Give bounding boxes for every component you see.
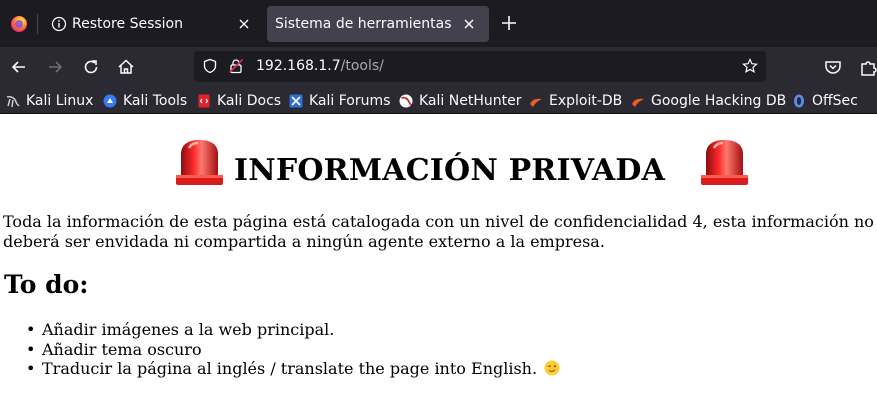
home-icon[interactable] (115, 56, 137, 78)
tab-divider (37, 14, 38, 34)
bookmark-label: Kali Linux (26, 93, 94, 109)
todo-heading: To do: (4, 270, 89, 299)
page-title: INFORMACIÓN PRIVADA (234, 153, 666, 188)
address-bar[interactable]: 192.168.1.7/tools/ (194, 51, 766, 82)
todo-item-text: Añadir imágenes a la web principal. (42, 320, 335, 339)
offsec-icon (794, 94, 804, 108)
tab-label: Restore Session (72, 16, 183, 32)
police-siren-icon (176, 140, 223, 185)
bookmarks-toolbar: Kali Linux Kali Tools Kali Docs Kali For… (0, 87, 877, 114)
back-arrow-icon[interactable] (8, 56, 30, 78)
pocket-icon[interactable] (822, 56, 844, 78)
bookmark-offsec[interactable]: OffSec (792, 92, 858, 110)
bookmark-label: OffSec (812, 93, 858, 109)
new-tab-plus-icon[interactable] (500, 14, 518, 32)
bookmark-label: Kali Docs (217, 93, 282, 109)
todo-item-text: Traducir la página al inglés / translate… (42, 359, 538, 378)
bookmark-label: Kali Forums (309, 93, 391, 109)
bookmark-kali-docs[interactable]: Kali Docs (197, 92, 281, 110)
bookmark-kali-forums[interactable]: Kali Forums (289, 92, 390, 110)
tab-strip: Restore Session Sistema de herramientas (0, 0, 877, 47)
kali-docs-icon (198, 94, 210, 108)
list-item: Traducir la página al inglés / translate… (26, 359, 560, 379)
bookmark-label: Google Hacking DB (651, 93, 787, 109)
bookmark-star-icon[interactable] (742, 58, 758, 74)
kali-dragon-icon (6, 96, 20, 108)
tracking-protection-shield-icon[interactable] (202, 58, 218, 74)
police-siren-icon (701, 140, 748, 185)
bookmark-label: Kali NetHunter (419, 93, 522, 109)
bookmark-kali-tools[interactable]: Kali Tools (103, 92, 187, 110)
bookmark-label: Exploit-DB (549, 93, 623, 109)
tab-sistema-de-herramientas[interactable]: Sistema de herramientas (267, 6, 489, 42)
close-tab-icon[interactable] (461, 16, 477, 32)
nethunter-icon (399, 94, 413, 108)
forward-arrow-icon[interactable] (44, 56, 66, 78)
kali-forums-icon (289, 94, 303, 108)
todo-item-text: Añadir tema oscuro (42, 339, 202, 359)
winking-face-icon (544, 360, 560, 376)
kali-tools-icon (103, 94, 117, 108)
extensions-puzzle-icon[interactable] (858, 56, 877, 78)
bookmark-kali-nethunter[interactable]: Kali NetHunter (399, 92, 521, 110)
bookmark-kali-linux[interactable]: Kali Linux (6, 92, 93, 110)
bookmark-exploit-db[interactable]: Exploit-DB (529, 92, 622, 110)
page-heading: INFORMACIÓN PRIVADA (0, 136, 877, 188)
navigation-toolbar: 192.168.1.7/tools/ (0, 47, 877, 87)
url-path: /tools/ (340, 58, 384, 74)
bookmark-label: Kali Tools (123, 93, 188, 109)
insecure-lock-icon[interactable] (228, 58, 244, 74)
tab-restore-session[interactable]: Restore Session (41, 6, 264, 42)
url-host: 192.168.1.7 (256, 58, 341, 74)
list-item: Añadir imágenes a la web principal. (26, 320, 560, 340)
close-tab-icon[interactable] (236, 16, 252, 32)
firefox-logo-icon (10, 15, 27, 32)
todo-list: Añadir imágenes a la web principal. Añad… (26, 320, 560, 379)
bookmark-google-hacking-db[interactable]: Google Hacking DB (631, 92, 786, 110)
firefox-menu-button[interactable] (0, 0, 37, 47)
page-content: INFORMACIÓN PRIVADA Toda la información … (0, 115, 877, 417)
ghdb-icon (632, 98, 644, 107)
info-icon (51, 16, 67, 32)
confidentiality-notice: Toda la información de esta página está … (3, 212, 874, 251)
url-text[interactable]: 192.168.1.7/tools/ (256, 58, 384, 74)
tab-label: Sistema de herramientas (275, 16, 452, 32)
exploit-db-icon (530, 98, 542, 107)
list-item: Añadir tema oscuro (26, 340, 560, 360)
reload-icon[interactable] (80, 56, 102, 78)
